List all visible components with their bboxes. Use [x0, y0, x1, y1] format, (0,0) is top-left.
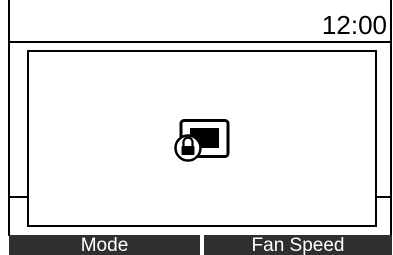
controller-screen: 12:00 Mode Fan Speed [0, 0, 393, 255]
clock-time: 12:00 [321, 10, 387, 40]
side-divider-right [376, 196, 392, 198]
fan-speed-softkey[interactable]: Fan Speed [204, 235, 392, 255]
frame-left-border [8, 0, 10, 236]
side-divider-left [8, 196, 28, 198]
softkey-bar: Mode Fan Speed [9, 235, 392, 255]
header-divider [8, 41, 392, 43]
screen-lock-icon [172, 119, 232, 163]
mode-softkey[interactable]: Mode [9, 235, 200, 255]
frame-right-border [390, 0, 392, 236]
